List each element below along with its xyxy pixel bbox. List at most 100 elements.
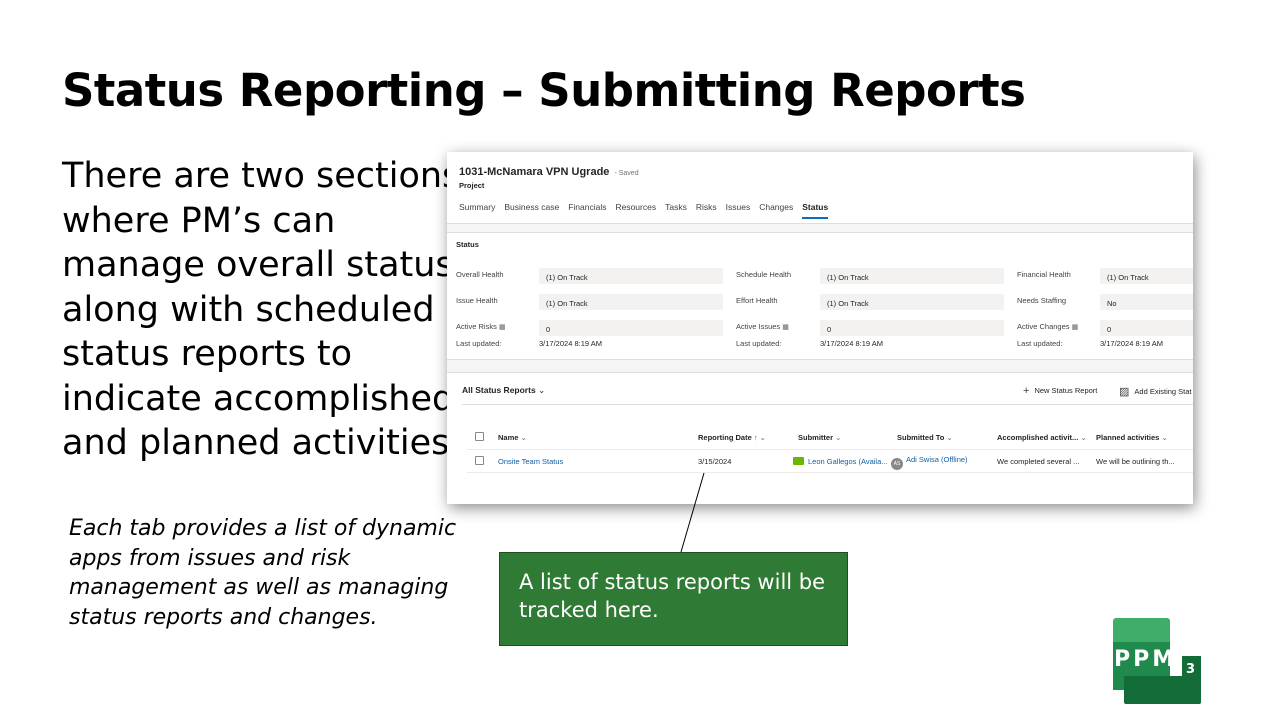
tab-summary[interactable]: Summary [459, 202, 495, 220]
needs-staffing-field[interactable]: No [1100, 294, 1193, 310]
tab-issues[interactable]: Issues [726, 202, 751, 220]
note-line: management as well as managing [69, 575, 449, 600]
effort-health-field[interactable]: (1) On Track [820, 294, 1004, 310]
view-selector[interactable]: All Status Reports ⌄ [462, 385, 545, 396]
effort-health-label: Effort Health [736, 296, 778, 305]
column-header-label: Submitter [798, 433, 834, 442]
last-updated-label: Last updated: [1017, 339, 1063, 348]
tab-changes[interactable]: Changes [759, 202, 793, 220]
calculator-icon: ▦ [782, 324, 789, 331]
sort-ascending-icon: ↑ ⌄ [751, 433, 766, 442]
saved-indicator: - Saved [614, 170, 639, 177]
column-header-name[interactable]: Name ⌄ [498, 433, 527, 442]
body-line: manage overall status [62, 245, 454, 285]
note-line: apps from issues and risk [69, 545, 351, 571]
tab-business-case[interactable]: Business case [504, 202, 559, 220]
active-issues-field: 0 [820, 320, 1004, 336]
tab-tasks[interactable]: Tasks [665, 202, 687, 220]
column-header-accomplished[interactable]: Accomplished activit... ⌄ [997, 433, 1087, 442]
project-title-text: 1031-McNamara VPN Ugrade [459, 166, 610, 178]
note-line: status reports and changes. [69, 604, 378, 630]
column-header-submitter[interactable]: Submitter ⌄ [798, 433, 841, 442]
active-risks-field: 0 [539, 320, 723, 336]
tab-bar: Summary Business case Financials Resourc… [459, 202, 837, 220]
column-header-label: Accomplished activit... [997, 433, 1079, 442]
chevron-down-icon: ⌄ [1078, 433, 1087, 442]
body-line: status reports to [62, 334, 353, 374]
form-header: 1031-McNamara VPN Ugrade - Saved Project… [447, 152, 1193, 224]
logo-top-block [1113, 618, 1170, 646]
body-line: indicate accomplished [62, 378, 455, 419]
status-heading: Status [456, 240, 479, 249]
last-updated-value: 3/17/2024 8:19 AM [1100, 339, 1163, 348]
column-header-label: Planned activities [1096, 433, 1160, 442]
submitter-name: Leon Gallegos (Availa... [808, 457, 888, 466]
column-header-label: Reporting Date [698, 433, 752, 442]
calculator-icon: ▦ [498, 324, 506, 331]
note-line: Each tab provides a list of dynamic [69, 516, 457, 541]
accomplished-cell: We completed several ... [997, 457, 1080, 466]
project-title: 1031-McNamara VPN Ugrade - Saved [459, 166, 639, 178]
body-line: and planned activities. [62, 423, 461, 463]
active-changes-field: 0 [1100, 320, 1193, 336]
last-updated-value: 3/17/2024 8:19 AM [539, 339, 602, 348]
body-line: where PM’s can [62, 200, 336, 241]
italic-note: Each tab provides a list of dynamic apps… [69, 514, 457, 632]
row-checkbox[interactable] [475, 456, 484, 465]
schedule-health-field[interactable]: (1) On Track [820, 268, 1004, 284]
avatar: AS [891, 458, 903, 470]
report-name-link[interactable]: Onsite Team Status [498, 457, 563, 466]
status-reports-subgrid: All Status Reports ⌄ + New Status Report … [447, 372, 1193, 504]
column-header-label: Name [498, 433, 519, 442]
entity-label: Project [459, 181, 485, 190]
financial-health-field[interactable]: (1) On Track [1100, 268, 1193, 284]
callout-box: A list of status reports will be tracked… [499, 552, 848, 646]
column-header-planned[interactable]: Planned activities ⌄ [1096, 433, 1168, 442]
submitted-to-link[interactable]: AS Adi Swisa (Offline) [891, 455, 968, 470]
issue-health-field[interactable]: (1) On Track [539, 294, 723, 310]
active-changes-label: Active Changes ▦ [1017, 322, 1078, 331]
ppm3-logo: PPM 3 [1113, 618, 1201, 704]
tab-financials[interactable]: Financials [568, 202, 606, 220]
active-issues-label: Active Issues ▦ [736, 322, 789, 331]
chevron-down-icon: ⌄ [833, 433, 842, 442]
add-existing-icon: ▨ [1119, 386, 1130, 398]
add-existing-button[interactable]: ▨ Add Existing Stat [1119, 385, 1192, 398]
slide-title: Status Reporting – Submitting Reports [62, 64, 1026, 117]
column-header-reporting-date[interactable]: Reporting Date ↑ ⌄ [698, 433, 766, 442]
issue-health-label: Issue Health [456, 296, 498, 305]
select-all-checkbox[interactable] [475, 432, 484, 441]
financial-health-label: Financial Health [1017, 270, 1071, 279]
column-header-submitted-to[interactable]: Submitted To ⌄ [897, 433, 953, 442]
chevron-down-icon: ⌄ [538, 385, 546, 395]
body-line: along with scheduled [62, 289, 435, 330]
status-section: Status Overall Health (1) On Track Sched… [447, 232, 1193, 360]
tab-risks[interactable]: Risks [696, 202, 717, 220]
overall-health-field[interactable]: (1) On Track [539, 268, 723, 284]
submitter-link[interactable]: Leon Gallegos (Availa... [793, 457, 888, 466]
reporting-date-cell: 3/15/2024 [698, 457, 732, 466]
presence-available-icon [793, 457, 804, 465]
tab-status[interactable]: Status [802, 202, 828, 220]
overall-health-label: Overall Health [456, 270, 504, 279]
app-screenshot: 1031-McNamara VPN Ugrade - Saved Project… [447, 152, 1193, 504]
toolbar-divider [462, 404, 1193, 405]
callout-line-text: A list of status reports will be [519, 570, 826, 594]
chevron-down-icon: ⌄ [518, 433, 527, 442]
body-line: There are two sections [62, 156, 461, 196]
planned-cell: We will be outlining th... [1096, 457, 1175, 466]
tab-resources[interactable]: Resources [615, 202, 656, 220]
submitted-to-name: Adi Swisa (Offline) [906, 455, 968, 464]
active-changes-label-text: Active Changes [1017, 322, 1070, 331]
last-updated-label: Last updated: [736, 339, 782, 348]
column-header-label: Submitted To [897, 433, 945, 442]
last-updated-value: 3/17/2024 8:19 AM [820, 339, 883, 348]
chevron-down-icon: ⌄ [1159, 433, 1168, 442]
new-status-report-button[interactable]: + New Status Report [1023, 385, 1097, 397]
body-text: There are two sections where PM’s can ma… [62, 154, 461, 466]
active-risks-label-text: Active Risks [456, 322, 497, 331]
logo-bottom-block [1124, 676, 1201, 704]
schedule-health-label: Schedule Health [736, 270, 792, 279]
view-title: All Status Reports [462, 385, 536, 395]
row-divider [467, 472, 1193, 473]
